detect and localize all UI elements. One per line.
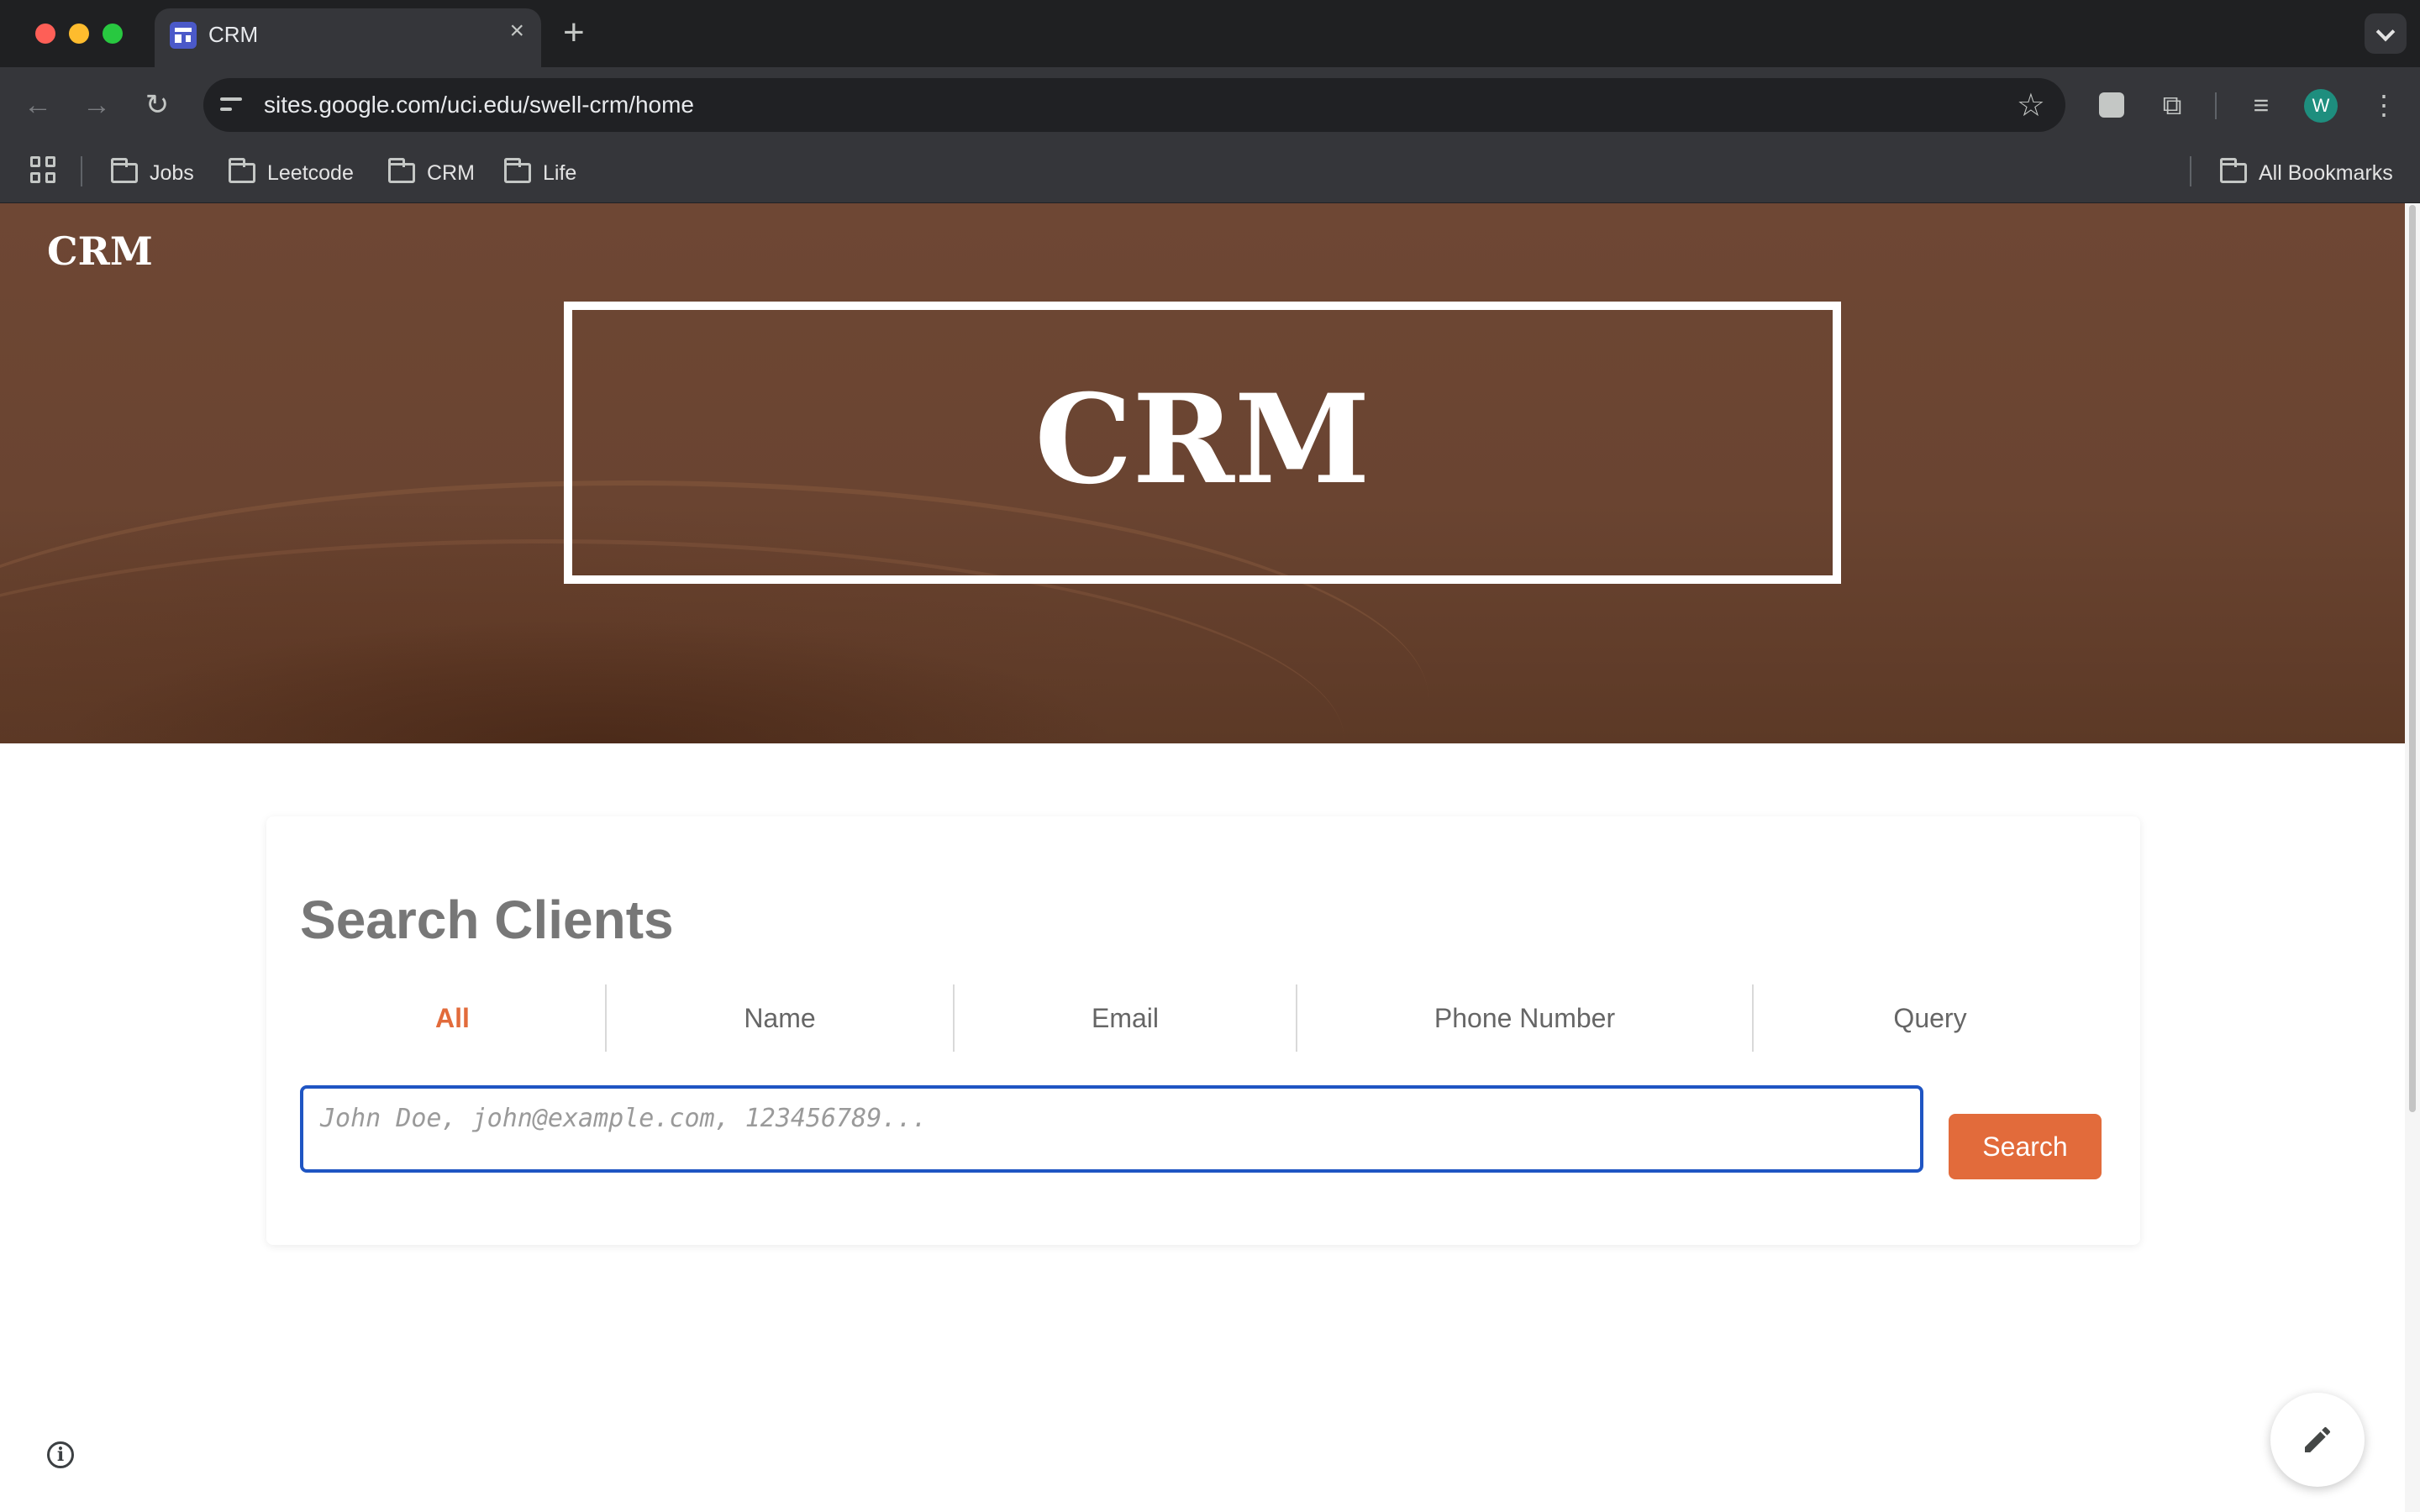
pencil-icon <box>2305 1426 2331 1452</box>
folder-icon <box>111 158 138 183</box>
bookmark-folder-leetcode[interactable]: Leetcode <box>229 155 354 192</box>
bookmarks-divider <box>81 156 82 186</box>
bookmark-star-icon[interactable]: ☆ <box>2017 87 2045 124</box>
client-search-input[interactable] <box>300 1085 1923 1173</box>
tab-name[interactable]: Name <box>607 984 953 1052</box>
tab-phone-number[interactable]: Phone Number <box>1297 984 1752 1052</box>
bookmarks-divider <box>2190 156 2191 186</box>
browser-toolbar: ← → ↻ sites.google.com/uci.edu/swell-crm… <box>0 67 2420 143</box>
window-close-button[interactable] <box>35 24 55 44</box>
tab-search-chevron-down-icon[interactable] <box>2365 13 2407 54</box>
folder-icon <box>388 158 415 183</box>
search-clients-card: Search Clients All Name Email Phone Numb… <box>266 816 2140 1245</box>
profile-avatar[interactable]: W <box>2304 89 2338 123</box>
browser-titlebar: CRM × + <box>0 0 2420 67</box>
hero-title: CRM <box>1034 368 1370 512</box>
extension-icon[interactable] <box>2092 86 2131 124</box>
browser-menu-icon[interactable]: ⋮ <box>2365 86 2403 124</box>
site-brand-logo[interactable]: CRM <box>47 228 153 274</box>
tab-close-icon[interactable]: × <box>509 18 524 44</box>
window-maximize-button[interactable] <box>103 24 123 44</box>
tab-query[interactable]: Query <box>1754 984 2107 1052</box>
folder-icon <box>229 158 255 183</box>
media-controls-icon[interactable]: ≡ <box>2242 86 2281 124</box>
window-minimize-button[interactable] <box>69 24 89 44</box>
forward-arrow-icon[interactable]: → <box>76 84 118 126</box>
scrollbar-thumb[interactable] <box>2409 205 2416 1112</box>
all-bookmarks-folder[interactable]: All Bookmarks <box>2220 155 2393 192</box>
page-scrollbar[interactable] <box>2405 203 2420 1512</box>
back-arrow-icon[interactable]: ← <box>17 84 59 126</box>
search-filter-tabs: All Name Email Phone Number Query <box>300 984 2107 1052</box>
search-clients-title: Search Clients <box>300 890 674 950</box>
bookmarks-bar <box>0 143 2420 203</box>
reload-icon[interactable]: ↻ <box>136 84 178 126</box>
folder-icon <box>504 158 531 183</box>
hero-banner: CRM CRM <box>0 203 2405 743</box>
search-button[interactable]: Search <box>1949 1114 2102 1179</box>
info-icon[interactable]: i <box>47 1441 74 1468</box>
tab-email[interactable]: Email <box>955 984 1296 1052</box>
tab-title: CRM <box>208 22 259 47</box>
bookmark-folder-jobs[interactable]: Jobs <box>111 155 194 192</box>
google-sites-favicon-icon <box>170 22 197 49</box>
apps-grid-icon[interactable] <box>30 156 57 183</box>
bookmark-folder-crm[interactable]: CRM <box>388 155 475 192</box>
address-bar[interactable]: sites.google.com/uci.edu/swell-crm/home … <box>203 78 2065 132</box>
folder-icon <box>2220 158 2247 183</box>
new-tab-button[interactable]: + <box>563 12 585 54</box>
extensions-puzzle-icon[interactable]: ⧉ <box>2153 86 2191 124</box>
site-info-tune-icon[interactable] <box>218 92 244 118</box>
bookmark-folder-life[interactable]: Life <box>504 155 576 192</box>
browser-tab-crm[interactable]: CRM × <box>155 8 541 67</box>
url-text[interactable]: sites.google.com/uci.edu/swell-crm/home <box>264 92 694 118</box>
edit-pencil-button[interactable] <box>2270 1393 2365 1487</box>
hero-title-frame: CRM <box>564 302 1841 584</box>
toolbar-divider <box>2215 92 2217 119</box>
tab-all[interactable]: All <box>300 984 605 1052</box>
